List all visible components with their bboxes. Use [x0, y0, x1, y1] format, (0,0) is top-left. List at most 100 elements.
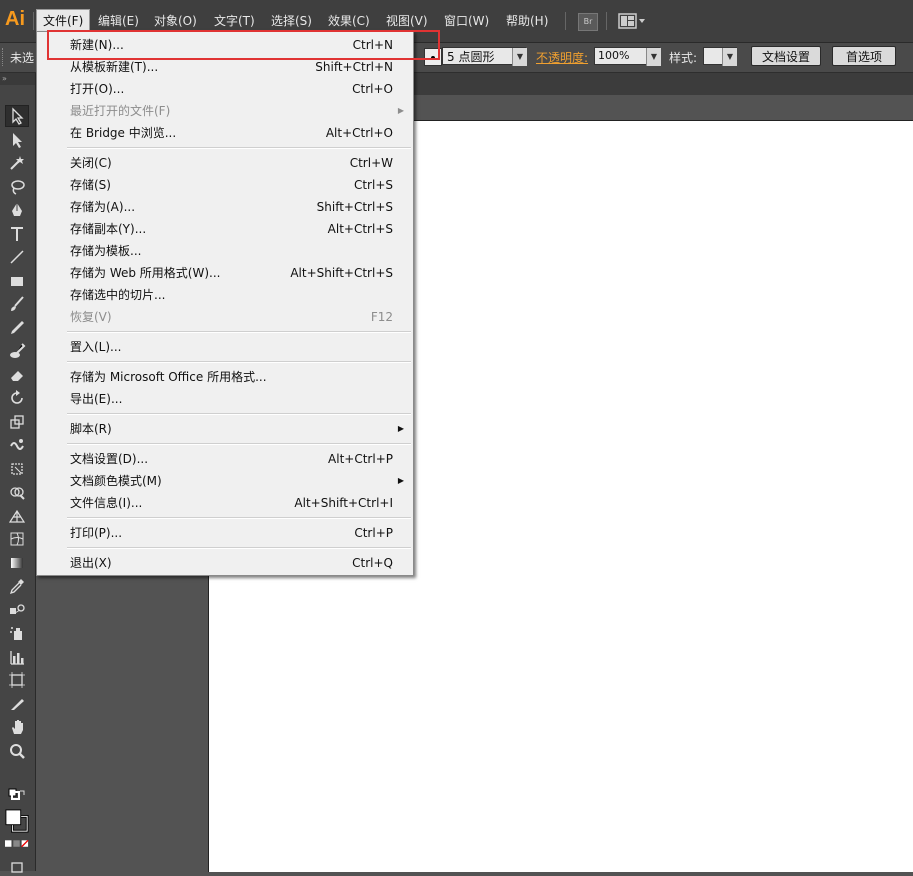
- menu-separator: [67, 361, 411, 363]
- line-segment-tool-icon[interactable]: [5, 246, 29, 268]
- file-menu-item[interactable]: 文档颜色模式(M) ▶: [37, 470, 413, 492]
- arrange-documents-icon[interactable]: [618, 12, 648, 30]
- file-menu-item[interactable]: 存储选中的切片...: [37, 284, 413, 306]
- menu-file[interactable]: 文件(F): [36, 9, 91, 32]
- menu-item-label: 存储为(A)...: [70, 200, 136, 214]
- file-menu-dropdown: 新建(N)... Ctrl+N 从模板新建(T)... Shift+Ctrl+N 打开(…: [36, 31, 414, 576]
- default-fill-stroke-icon[interactable]: [5, 788, 29, 806]
- menu-effect[interactable]: 效果(C): [322, 10, 376, 32]
- artboard-tool-icon[interactable]: [5, 669, 29, 691]
- menu-item-shortcut: F12: [370, 310, 393, 324]
- menu-item-label: 导出(E)...: [70, 392, 123, 406]
- menu-item-label: 打印(P)...: [70, 526, 123, 540]
- slice-tool-icon[interactable]: [5, 693, 29, 715]
- file-menu-item[interactable]: 存储为 Web 所用格式(W)... Alt+Shift+Ctrl+S: [37, 262, 413, 284]
- menu-separator: [67, 443, 411, 445]
- menubar-divider: [565, 12, 566, 30]
- menu-item-label: 置入(L)...: [70, 340, 122, 354]
- shape-builder-tool-icon[interactable]: [5, 481, 29, 503]
- submenu-arrow-icon: ▶: [397, 106, 404, 115]
- file-menu-item[interactable]: 退出(X) Ctrl+Q: [37, 552, 413, 574]
- magic-wand-tool-icon[interactable]: [5, 152, 29, 174]
- warp-tool-icon[interactable]: [5, 434, 29, 456]
- panel-grip[interactable]: [2, 48, 6, 66]
- file-menu-item[interactable]: 存储为模板...: [37, 240, 413, 262]
- free-transform-tool-icon[interactable]: [5, 458, 29, 480]
- chevron-down-icon[interactable]: ▼: [512, 48, 527, 66]
- opacity-label[interactable]: 不透明度:: [536, 49, 588, 66]
- column-graph-tool-icon[interactable]: [5, 646, 29, 668]
- app-logo: Ai: [5, 8, 25, 30]
- menu-item-label: 恢复(V): [70, 310, 112, 324]
- menu-item-label: 存储为 Web 所用格式(W)...: [70, 266, 221, 280]
- gradient-tool-icon[interactable]: [5, 552, 29, 574]
- file-menu-item[interactable]: 置入(L)...: [37, 336, 413, 358]
- file-menu-item[interactable]: 文件信息(I)... Alt+Shift+Ctrl+I: [37, 492, 413, 514]
- file-menu-item[interactable]: 在 Bridge 中浏览... Alt+Ctrl+O: [37, 122, 413, 144]
- menu-item-label: 存储副本(Y)...: [70, 222, 147, 236]
- selection-status: 未选: [10, 51, 35, 65]
- mesh-tool-icon[interactable]: [5, 528, 29, 550]
- menu-type[interactable]: 文字(T): [208, 10, 261, 32]
- screen-mode-icon[interactable]: [5, 858, 29, 876]
- paintbrush-tool-icon[interactable]: [5, 293, 29, 315]
- menu-separator: [67, 547, 411, 549]
- rotate-tool-icon[interactable]: [5, 387, 29, 409]
- chevron-down-icon[interactable]: ▼: [722, 48, 737, 66]
- file-menu-item[interactable]: 关闭(C) Ctrl+W: [37, 152, 413, 174]
- menubar-divider: [33, 12, 34, 30]
- eraser-tool-icon[interactable]: [5, 364, 29, 386]
- file-menu-item[interactable]: 脚本(R) ▶: [37, 418, 413, 440]
- document-setup-button[interactable]: 文档设置: [751, 46, 821, 66]
- chevron-down-icon[interactable]: ▼: [646, 48, 661, 66]
- scale-tool-icon[interactable]: [5, 411, 29, 433]
- file-menu-item[interactable]: 打印(P)... Ctrl+P: [37, 522, 413, 544]
- blob-brush-tool-icon[interactable]: [5, 340, 29, 362]
- pen-tool-icon[interactable]: [5, 199, 29, 221]
- menu-edit[interactable]: 编辑(E): [92, 10, 145, 32]
- panel-collapse-icon[interactable]: »: [0, 73, 35, 85]
- menu-item-shortcut: Alt+Ctrl+P: [328, 452, 393, 466]
- symbol-sprayer-tool-icon[interactable]: [5, 622, 29, 644]
- blend-tool-icon[interactable]: [5, 599, 29, 621]
- menu-view[interactable]: 视图(V): [380, 10, 434, 32]
- menu-help[interactable]: 帮助(H): [500, 10, 554, 32]
- menu-window[interactable]: 窗口(W): [438, 10, 495, 32]
- file-menu-item[interactable]: 导出(E)...: [37, 388, 413, 410]
- style-label: 样式:: [669, 51, 698, 65]
- rectangle-tool-icon[interactable]: [5, 270, 29, 292]
- type-tool-icon[interactable]: [5, 223, 29, 245]
- pencil-tool-icon[interactable]: [5, 317, 29, 339]
- submenu-arrow-icon: ▶: [397, 476, 404, 485]
- lasso-tool-icon[interactable]: [5, 176, 29, 198]
- file-menu-item: 恢复(V) F12: [37, 306, 413, 328]
- zoom-tool-icon[interactable]: [5, 740, 29, 762]
- file-menu-item[interactable]: 打开(O)... Ctrl+O: [37, 78, 413, 100]
- perspective-grid-tool-icon[interactable]: [5, 505, 29, 527]
- menu-object[interactable]: 对象(O): [148, 10, 203, 32]
- menu-item-label: 在 Bridge 中浏览...: [70, 126, 177, 140]
- menu-item-label: 存储选中的切片...: [70, 288, 166, 302]
- fill-stroke-swatch[interactable]: [5, 808, 29, 834]
- file-menu-item[interactable]: 存储为(A)... Shift+Ctrl+S: [37, 196, 413, 218]
- file-menu-item[interactable]: 存储(S) Ctrl+S: [37, 174, 413, 196]
- submenu-arrow-icon: ▶: [397, 424, 404, 433]
- menu-separator: [67, 147, 411, 149]
- file-menu-item[interactable]: 存储副本(Y)... Alt+Ctrl+S: [37, 218, 413, 240]
- selection-tool-icon[interactable]: [5, 105, 29, 127]
- menu-item-shortcut: Alt+Ctrl+O: [325, 126, 393, 140]
- bridge-icon[interactable]: Br: [578, 13, 598, 31]
- menu-select[interactable]: 选择(S): [265, 10, 318, 32]
- menu-item-shortcut: Ctrl+W: [349, 156, 393, 170]
- color-mode-icons[interactable]: [5, 839, 29, 849]
- file-menu-item[interactable]: 存储为 Microsoft Office 所用格式...: [37, 366, 413, 388]
- menu-separator: [67, 413, 411, 415]
- menu-item-label: 打开(O)...: [70, 82, 125, 96]
- preferences-button[interactable]: 首选项: [832, 46, 896, 66]
- eyedropper-tool-icon[interactable]: [5, 575, 29, 597]
- file-menu-item[interactable]: 文档设置(D)... Alt+Ctrl+P: [37, 448, 413, 470]
- direct-selection-tool-icon[interactable]: [5, 129, 29, 151]
- menu-item-shortcut: Ctrl+S: [353, 178, 393, 192]
- tools-panel: »: [0, 73, 36, 873]
- hand-tool-icon[interactable]: [5, 716, 29, 738]
